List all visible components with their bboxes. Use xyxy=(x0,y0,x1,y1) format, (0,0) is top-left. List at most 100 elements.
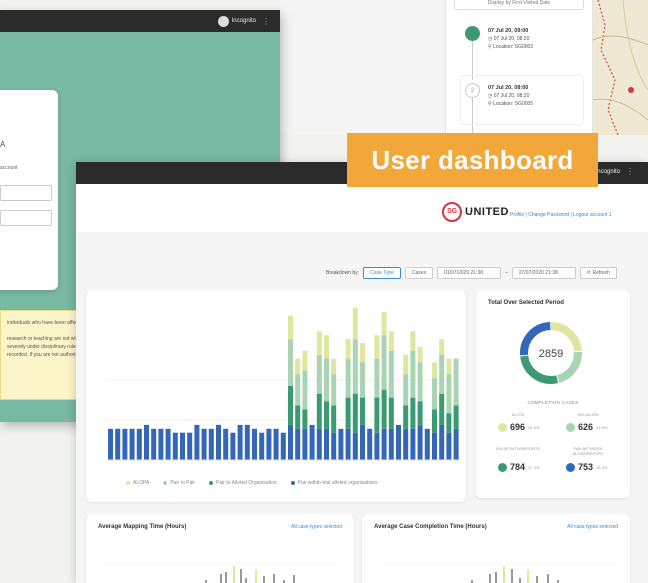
bar-segment[interactable] xyxy=(417,424,423,460)
bar-segment[interactable] xyxy=(446,374,452,414)
bar-segment[interactable] xyxy=(244,424,250,460)
bar-segment[interactable] xyxy=(345,428,351,460)
bar-segment[interactable] xyxy=(129,428,135,460)
bar-segment[interactable] xyxy=(324,428,329,460)
bar-segment[interactable] xyxy=(381,335,387,390)
bar-segment[interactable] xyxy=(266,428,272,460)
bar-segment[interactable] xyxy=(360,424,365,460)
bar-segment[interactable] xyxy=(453,428,459,460)
bar-segment[interactable] xyxy=(453,405,459,429)
bar-segment[interactable] xyxy=(280,432,286,460)
bar-segment[interactable] xyxy=(403,354,409,375)
bar-segment[interactable] xyxy=(331,374,337,406)
bar-segment[interactable] xyxy=(432,409,437,433)
bar-segment[interactable] xyxy=(374,335,380,359)
bar-segment[interactable] xyxy=(252,428,257,460)
bar-segment[interactable] xyxy=(201,428,207,460)
bar-segment[interactable] xyxy=(417,401,423,425)
bar-segment[interactable] xyxy=(345,358,351,398)
bar-segment[interactable] xyxy=(115,428,121,460)
bar-segment[interactable] xyxy=(302,428,308,460)
bar-segment[interactable] xyxy=(158,428,164,460)
bar-segment[interactable] xyxy=(216,424,221,460)
bar-segment[interactable] xyxy=(446,358,452,375)
bar-segment[interactable] xyxy=(302,350,308,371)
username-input[interactable] xyxy=(0,185,52,201)
bar-segment[interactable] xyxy=(151,428,157,460)
bar-segment[interactable] xyxy=(345,397,351,429)
bar-segment[interactable] xyxy=(403,374,409,406)
bar-segment[interactable] xyxy=(352,339,358,394)
map-view[interactable] xyxy=(593,0,648,135)
bar-segment[interactable] xyxy=(194,424,200,460)
bar-segment[interactable] xyxy=(302,370,308,410)
bar-segment[interactable] xyxy=(136,428,142,460)
bar-segment[interactable] xyxy=(331,358,337,375)
legend-item[interactable]: Pair to Pair xyxy=(163,480,195,486)
bar-segment[interactable] xyxy=(295,405,301,429)
mapping-time-chart[interactable] xyxy=(86,514,354,583)
bar-segment[interactable] xyxy=(295,358,301,375)
completion-time-chart[interactable] xyxy=(362,514,630,583)
breakdown-case-type-button[interactable]: Case Type xyxy=(363,267,401,279)
bar-segment[interactable] xyxy=(432,378,437,410)
bar-segment[interactable] xyxy=(410,331,416,351)
bar-segment[interactable] xyxy=(439,424,445,460)
bar-segment[interactable] xyxy=(396,424,401,460)
bar-segment[interactable] xyxy=(172,432,178,460)
bar-segment[interactable] xyxy=(324,335,329,359)
bar-segment[interactable] xyxy=(374,358,380,398)
legend-item[interactable]: Pair to Alloted Organisation xyxy=(209,480,277,486)
bar-segment[interactable] xyxy=(165,428,171,460)
bar-segment[interactable] xyxy=(338,428,344,460)
bar-segment[interactable] xyxy=(388,350,394,398)
bar-segment[interactable] xyxy=(432,432,437,460)
header-account-links[interactable]: Profile | Change Password | Logout accou… xyxy=(510,212,612,218)
password-input[interactable] xyxy=(0,210,52,226)
bar-segment[interactable] xyxy=(288,424,293,460)
bar-segment[interactable] xyxy=(403,405,409,429)
bar-segment[interactable] xyxy=(410,428,416,460)
bar-segment[interactable] xyxy=(388,397,394,429)
timeline-entry-1[interactable]: 07 Jul 20, 09:00 ◷ 07 Jul 20, 08:20 ⚲ Lo… xyxy=(488,27,533,51)
bar-segment[interactable] xyxy=(439,354,445,394)
bar-segment[interactable] xyxy=(432,362,437,379)
bar-segment[interactable] xyxy=(295,374,301,406)
bar-segment[interactable] xyxy=(316,354,322,394)
bar-segment[interactable] xyxy=(288,315,293,340)
refresh-button[interactable]: ⟳ Refresh xyxy=(579,267,617,279)
bar-segment[interactable] xyxy=(439,339,445,355)
bar-segment[interactable] xyxy=(403,428,409,460)
bar-segment[interactable] xyxy=(230,432,236,460)
bar-segment[interactable] xyxy=(144,424,149,460)
bar-segment[interactable] xyxy=(223,428,229,460)
timeline-sort-dropdown[interactable]: Display by First Visited Date xyxy=(454,0,584,10)
bar-segment[interactable] xyxy=(288,385,293,425)
bar-segment[interactable] xyxy=(453,358,459,406)
bar-segment[interactable] xyxy=(324,401,329,429)
app-logo[interactable]: SG UNITED xyxy=(442,202,509,222)
bar-segment[interactable] xyxy=(180,432,185,460)
bar-segment[interactable] xyxy=(417,346,423,363)
bar-segment[interactable] xyxy=(374,432,380,460)
bar-segment[interactable] xyxy=(187,432,193,460)
bar-segment[interactable] xyxy=(410,350,416,398)
bar-segment[interactable] xyxy=(331,405,337,433)
date-to-input[interactable]: 27/07/2020 21:38 xyxy=(511,267,576,279)
bar-segment[interactable] xyxy=(374,397,380,433)
bar-segment[interactable] xyxy=(259,432,265,460)
bar-segment[interactable] xyxy=(295,428,301,460)
bar-segment[interactable] xyxy=(360,362,365,398)
date-from-input[interactable]: 01/07/2020 21:38 xyxy=(437,267,502,279)
bar-segment[interactable] xyxy=(316,393,322,429)
bar-segment[interactable] xyxy=(367,428,373,460)
bar-segment[interactable] xyxy=(424,428,430,460)
stacked-bar-chart[interactable] xyxy=(86,290,466,502)
bar-segment[interactable] xyxy=(381,389,387,429)
bar-segment[interactable] xyxy=(288,339,293,386)
bar-segment[interactable] xyxy=(417,362,423,402)
bar-segment[interactable] xyxy=(360,343,365,363)
legend-item[interactable]: Pair within-trial alloted organisations xyxy=(290,480,378,486)
bar-segment[interactable] xyxy=(410,397,416,429)
bar-segment[interactable] xyxy=(360,397,365,425)
